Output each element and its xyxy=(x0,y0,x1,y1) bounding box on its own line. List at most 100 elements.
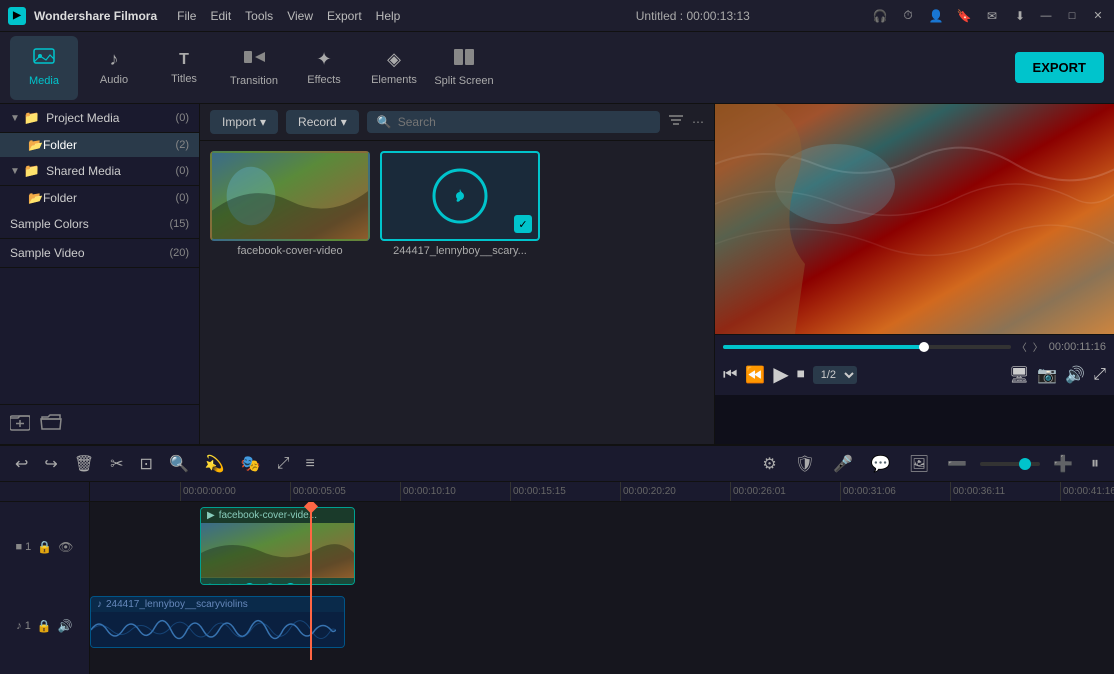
toolbar-effects[interactable]: ✦ Effects xyxy=(290,36,358,100)
pause-tl-btn[interactable]: ⏸ xyxy=(1086,453,1104,475)
shared-folder-icon: 📁 xyxy=(24,163,40,179)
ruler-5: 00:00:26:01 xyxy=(730,482,840,502)
zoom-in-btn2[interactable]: ➕ xyxy=(1048,452,1078,476)
video-track-label: ■ 1 🔒 👁 xyxy=(0,502,90,592)
audio-clip[interactable]: ♪ 244417_lennyboy__scaryviolins xyxy=(90,596,345,648)
import-button[interactable]: Import ▾ xyxy=(210,110,278,134)
audio-clip-wave xyxy=(91,612,344,648)
record-button[interactable]: Record ▾ xyxy=(286,110,359,134)
export-button[interactable]: EXPORT xyxy=(1015,52,1104,83)
audio-track-content[interactable]: ♪ 244417_lennyboy__scaryviolins ✂ xyxy=(90,592,1114,660)
menu-file[interactable]: File xyxy=(177,9,196,23)
ruler-0: 00:00:00:00 xyxy=(180,482,290,502)
system-icons: 🎧 ⏱ 👤 🔖 ✉ ⬇ xyxy=(870,6,1030,26)
playback-buttons: ⏮ ⏪ ▶ ⏹ 1/2 1/4 1/1 2/1 🖥 📷 🔊 ⤢ xyxy=(723,358,1106,391)
shared-media-count: (0) xyxy=(176,165,189,177)
media-item-video[interactable]: facebook-cover-video xyxy=(210,151,370,434)
toolbar-audio[interactable]: ♪ Audio xyxy=(80,36,148,100)
fullscreen-btn[interactable]: ⤢ xyxy=(1093,366,1106,384)
expand-icon-2: ▼ xyxy=(10,166,20,177)
open-folder-icon[interactable] xyxy=(40,413,62,436)
time-end: 〉 xyxy=(1033,339,1043,354)
frame-back-button[interactable]: ⏪ xyxy=(745,365,765,385)
captions-icon[interactable]: 💬 xyxy=(866,452,896,476)
headphones-icon: 🎧 xyxy=(870,6,890,26)
expand-icon: ▼ xyxy=(10,113,20,124)
audio-lock-icon[interactable]: 🔒 xyxy=(37,619,52,633)
zoom-in-btn[interactable]: 🔍 xyxy=(164,452,194,476)
grid-icon[interactable]: ⋯ xyxy=(692,115,704,129)
audio-adjust-btn[interactable]: ≡ xyxy=(301,453,320,475)
snapshot-btn[interactable]: 📷 xyxy=(1037,365,1057,385)
menu-bar: File Edit Tools View Export Help xyxy=(177,9,515,23)
import-arrow-icon: ▾ xyxy=(260,115,266,129)
eye-icon[interactable]: 👁 xyxy=(58,540,73,554)
folder-icon: 📁 xyxy=(24,110,40,126)
preview-progress-bar[interactable]: 〈 〉 00:00:11:16 xyxy=(723,339,1106,354)
filter-icon[interactable] xyxy=(668,114,684,131)
undo-button[interactable]: ↩ xyxy=(10,452,33,476)
project-media-label: Project Media xyxy=(46,111,175,125)
volume-btn[interactable]: 🔊 xyxy=(1065,365,1085,385)
mic-icon[interactable]: 🎤 xyxy=(828,452,858,476)
sticker-btn[interactable]: 🎭 xyxy=(236,452,266,476)
titles-label: Titles xyxy=(171,73,197,85)
toolbar-splitscreen[interactable]: Split Screen xyxy=(430,36,498,100)
project-media-folder[interactable]: 📂 Folder (2) xyxy=(0,133,199,157)
video-clip[interactable]: ▶ facebook-cover-vide... xyxy=(200,507,355,585)
new-folder-icon[interactable] xyxy=(10,413,30,436)
video-track-content[interactable]: ▶ facebook-cover-vide... xyxy=(90,502,1114,592)
close-button[interactable]: ✕ xyxy=(1090,8,1106,24)
minimize-button[interactable]: — xyxy=(1038,8,1054,24)
toolbar-media[interactable]: Media xyxy=(10,36,78,100)
sample-video-section[interactable]: Sample Video (20) xyxy=(0,239,199,268)
menu-edit[interactable]: Edit xyxy=(210,9,231,23)
toolbar-elements[interactable]: ◈ Elements xyxy=(360,36,428,100)
zoom-out-btn[interactable]: ➖ xyxy=(942,452,972,476)
ruler-7: 00:00:36:11 xyxy=(950,482,1060,502)
zoom-slider[interactable] xyxy=(980,462,1040,466)
menu-view[interactable]: View xyxy=(287,9,313,23)
transition-icon xyxy=(243,48,265,71)
media-item-audio[interactable]: ♪ ✓ 244417_lennyboy__scary... xyxy=(380,151,540,434)
speed-select[interactable]: 1/2 1/4 1/1 2/1 xyxy=(813,366,857,384)
maximize-button[interactable]: □ xyxy=(1064,8,1080,24)
gear-icon[interactable]: ⚙ xyxy=(757,452,781,476)
scissors-marker[interactable]: ✂ xyxy=(304,657,321,660)
delete-button[interactable]: 🗑 xyxy=(69,452,99,476)
audio-check-icon: ✓ xyxy=(514,215,532,233)
shared-media-section[interactable]: ▼ 📁 Shared Media (0) ◀ xyxy=(0,157,199,186)
stop-button[interactable]: ⏹ xyxy=(797,366,805,384)
toolbar-transition[interactable]: Transition xyxy=(220,36,288,100)
menu-export[interactable]: Export xyxy=(327,9,362,23)
lock-icon[interactable]: 🔒 xyxy=(37,540,52,554)
splitscreen-icon xyxy=(453,48,475,71)
play-button[interactable]: ▶ xyxy=(773,362,788,387)
video-clip-thumbnail xyxy=(201,523,354,578)
preview-video xyxy=(715,104,1114,334)
search-box[interactable]: 🔍 xyxy=(367,111,660,133)
menu-tools[interactable]: Tools xyxy=(245,9,273,23)
shield-icon[interactable]: 🛡 xyxy=(790,452,820,476)
redo-button[interactable]: ↪ xyxy=(39,452,62,476)
video-track-row: ▶ facebook-cover-vide... xyxy=(90,502,1114,592)
record-arrow-icon: ▾ xyxy=(341,115,347,129)
sample-colors-section[interactable]: Sample Colors (15) xyxy=(0,210,199,239)
shared-subfolder-icon: 📂 xyxy=(28,191,43,205)
project-media-section[interactable]: ▼ 📁 Project Media (0) xyxy=(0,104,199,133)
crop-button[interactable]: ⊡ xyxy=(135,452,158,476)
progress-track[interactable] xyxy=(723,345,1011,349)
step-back-button[interactable]: ⏮ xyxy=(723,366,737,384)
cut-button[interactable]: ✂ xyxy=(105,452,128,476)
screen-btn[interactable]: 🖥 xyxy=(1009,365,1029,385)
menu-help[interactable]: Help xyxy=(376,9,401,23)
folder-label: Folder xyxy=(43,138,176,152)
effects-btn2[interactable]: 💫 xyxy=(200,452,230,476)
audio-volume-icon[interactable]: 🔊 xyxy=(58,619,73,633)
photo-icon[interactable]: 🖼 xyxy=(904,452,934,476)
search-input[interactable] xyxy=(398,115,650,129)
media-label: Media xyxy=(29,75,59,87)
shared-media-folder[interactable]: 📂 Folder (0) xyxy=(0,186,199,210)
fullscreen-tl-btn[interactable]: ⤢ xyxy=(272,453,295,475)
toolbar-titles[interactable]: T Titles xyxy=(150,36,218,100)
